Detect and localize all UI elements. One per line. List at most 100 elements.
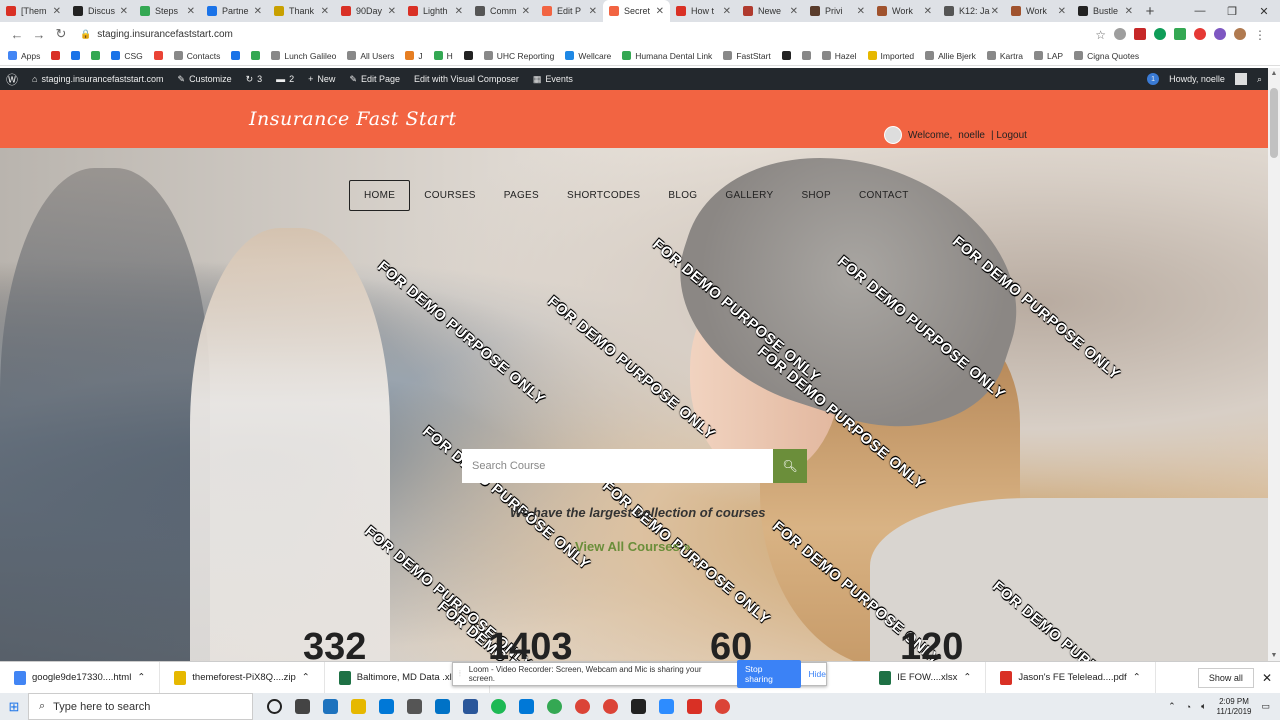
bookmark-item[interactable]: Wellcare (565, 51, 611, 61)
store-icon[interactable] (379, 699, 394, 714)
browser-tab[interactable]: Bustle ✕ (1072, 0, 1139, 22)
back-icon[interactable]: ← (6, 27, 28, 42)
extension-icon[interactable] (1154, 28, 1166, 40)
bookmark-item[interactable] (251, 51, 261, 60)
chevron-up-icon[interactable]: ⌃ (1133, 672, 1141, 683)
bookmark-item[interactable]: CSG (111, 51, 143, 61)
nav-item-pages[interactable]: PAGES (490, 181, 553, 210)
bookmark-item[interactable]: All Users (347, 51, 394, 61)
chevron-up-icon[interactable]: ⌃ (302, 672, 310, 683)
user-link[interactable]: noelle (958, 130, 985, 141)
scroll-up-icon[interactable]: ▲ (1268, 70, 1280, 77)
scrollbar-thumb[interactable] (1270, 88, 1278, 158)
nav-item-courses[interactable]: COURSES (410, 181, 490, 210)
browser-tab[interactable]: Comm ✕ (469, 0, 536, 22)
menu-icon[interactable]: ⋮ (1254, 28, 1266, 42)
close-tab-icon[interactable]: ✕ (924, 6, 932, 17)
nav-item-shop[interactable]: SHOP (787, 181, 845, 210)
bookmark-item[interactable] (71, 51, 81, 60)
bookmark-item[interactable] (463, 51, 473, 60)
nav-item-gallery[interactable]: GALLERY (711, 181, 787, 210)
word-icon[interactable] (463, 699, 478, 714)
app-icon[interactable] (547, 699, 562, 714)
bookmark-item[interactable] (801, 51, 811, 60)
download-item[interactable]: Jason's FE Telelead....pdf ⌃ (986, 662, 1156, 693)
download-item[interactable]: themeforest-PiX8Q....zip ⌃ (160, 662, 325, 693)
bookmark-item[interactable]: Kartra (986, 51, 1023, 61)
admin-site-link[interactable]: ⌂ staging.insurancefaststart.com (32, 74, 164, 84)
close-tab-icon[interactable]: ✕ (522, 6, 530, 17)
chevron-up-icon[interactable]: ⌃ (137, 672, 145, 683)
search-input[interactable]: Search Course (462, 449, 773, 483)
network-icon[interactable]: ◔ (1186, 702, 1191, 712)
nav-item-contact[interactable]: CONTACT (845, 181, 923, 210)
browser-tab[interactable]: Thank ✕ (268, 0, 335, 22)
new-content-link[interactable]: + New (308, 74, 335, 84)
close-window-button[interactable]: ✕ (1248, 0, 1280, 22)
browser-tab[interactable]: Lighth ✕ (402, 0, 469, 22)
bookmark-item[interactable]: H (433, 51, 453, 61)
cortana-icon[interactable] (267, 699, 282, 714)
extension-icon[interactable] (1134, 28, 1146, 40)
extension-icon[interactable] (1194, 28, 1206, 40)
star-icon[interactable]: ☆ (1095, 28, 1106, 42)
file-explorer-icon[interactable] (351, 699, 366, 714)
chrome-icon[interactable] (603, 699, 618, 714)
close-tab-icon[interactable]: ✕ (187, 6, 195, 17)
chevron-up-icon[interactable]: ⌃ (1168, 701, 1176, 712)
browser-tab[interactable]: 90Day ✕ (335, 0, 402, 22)
browser-tab[interactable]: Steps ✕ (134, 0, 201, 22)
chevron-up-icon[interactable]: ⌃ (963, 672, 971, 683)
bookmark-item[interactable]: UHC Reporting (483, 51, 554, 61)
download-item[interactable]: google9de17330....html ⌃ (0, 662, 161, 693)
browser-tab[interactable]: How t ✕ (670, 0, 737, 22)
forward-icon[interactable]: → (28, 27, 50, 42)
nav-item-blog[interactable]: BLOG (654, 181, 711, 210)
close-tab-icon[interactable]: ✕ (388, 6, 396, 17)
calculator-icon[interactable] (407, 699, 422, 714)
reload-icon[interactable]: ↻ (50, 26, 72, 42)
close-tab-icon[interactable]: ✕ (53, 6, 61, 17)
task-view-icon[interactable] (295, 699, 310, 714)
volume-icon[interactable]: 🔈︎ (1201, 701, 1206, 712)
scroll-down-icon[interactable]: ▼ (1268, 652, 1280, 659)
bookmark-item[interactable]: Hazel (821, 51, 857, 61)
extension-icon[interactable] (1174, 28, 1186, 40)
events-link[interactable]: ▦ Events (533, 74, 573, 85)
browser-tab[interactable]: Discus ✕ (67, 0, 134, 22)
clock[interactable]: 2:09 PM 11/1/2019 (1216, 697, 1251, 716)
avatar[interactable] (1234, 28, 1246, 40)
howdy-user-link[interactable]: Howdy, noelle (1169, 74, 1225, 84)
bookmark-item[interactable]: Lunch Galileo (271, 51, 336, 61)
customize-link[interactable]: ✎ Customize (178, 74, 232, 85)
close-tab-icon[interactable]: ✕ (790, 6, 798, 17)
view-all-courses-link[interactable]: View All Courses » (575, 539, 691, 554)
bookmark-item[interactable]: Cigna Quotes (1074, 51, 1139, 61)
bookmark-item[interactable] (231, 51, 241, 60)
browser-tab[interactable]: Newe ✕ (737, 0, 804, 22)
url-field[interactable]: 🔒 staging.insurancefaststart.com (80, 24, 1080, 44)
bookmark-item[interactable]: Humana Dental Link (622, 51, 712, 61)
close-tab-icon[interactable]: ✕ (1058, 6, 1066, 17)
browser-tab[interactable]: Work ✕ (1005, 0, 1072, 22)
acrobat-icon[interactable] (687, 699, 702, 714)
close-tab-icon[interactable]: ✕ (455, 6, 463, 17)
bookmark-item[interactable]: Allie Bjerk (925, 51, 976, 61)
bookmark-item[interactable] (91, 51, 101, 60)
extension-icon[interactable] (1114, 28, 1126, 40)
bookmark-item[interactable]: Contacts (173, 51, 220, 61)
new-tab-button[interactable]: + (1139, 0, 1161, 22)
site-logo[interactable]: Insurance Fast Start (249, 108, 457, 130)
bookmark-item[interactable] (153, 51, 163, 60)
app-icon[interactable] (519, 699, 534, 714)
hide-button[interactable]: Hide (809, 669, 826, 679)
bookmark-item[interactable]: J (405, 51, 423, 61)
browser-tab[interactable]: K12: Ja ✕ (938, 0, 1005, 22)
browser-tab[interactable]: Work ✕ (871, 0, 938, 22)
bookmark-item[interactable] (781, 51, 791, 60)
taskbar-search[interactable]: ⌕ Type here to search (28, 693, 253, 720)
close-icon[interactable]: ✕ (1262, 671, 1272, 685)
chrome-icon[interactable] (715, 699, 730, 714)
close-tab-icon[interactable]: ✕ (254, 6, 262, 17)
close-tab-icon[interactable]: ✕ (723, 6, 731, 17)
